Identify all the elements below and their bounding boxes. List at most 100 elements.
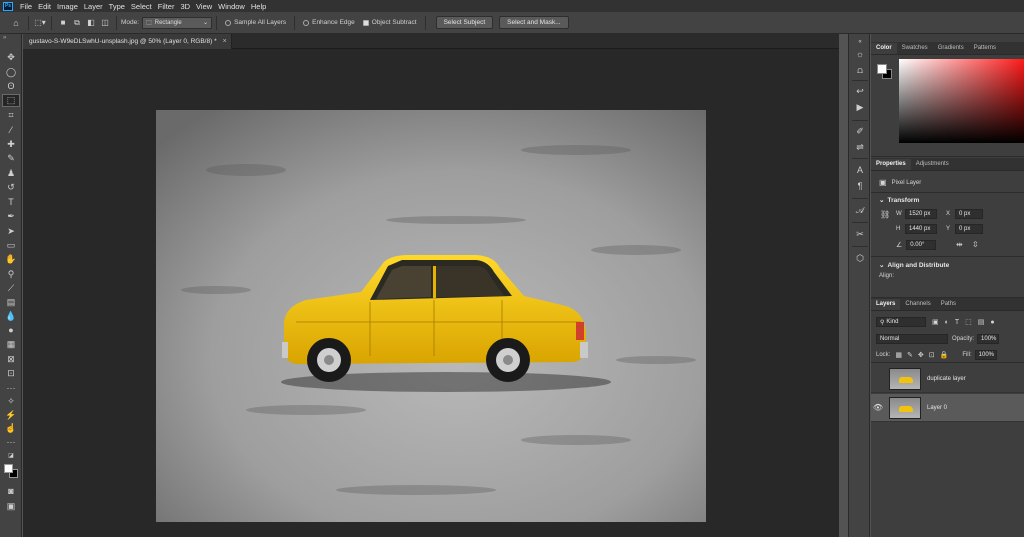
lock-image-icon[interactable]: ✎ xyxy=(907,351,913,359)
3d-cube-icon[interactable]: ⬡ xyxy=(852,252,868,264)
color-foreground-swatch[interactable] xyxy=(877,64,887,74)
width-field[interactable]: 1520 px xyxy=(905,209,937,219)
select-subject-button[interactable]: Select Subject xyxy=(435,16,494,29)
paragraph-icon[interactable]: ¶ xyxy=(852,180,868,192)
ruler-tool-icon[interactable]: ▤ xyxy=(2,296,20,309)
character-icon[interactable]: A xyxy=(852,164,868,176)
rectangle-tool-icon[interactable]: ▭ xyxy=(2,239,20,252)
tab-adjustments[interactable]: Adjustments xyxy=(911,159,954,170)
marquee-tool-icon[interactable]: ◯ xyxy=(2,66,20,79)
dodge-tool-icon[interactable]: ● xyxy=(2,324,20,337)
collapse-chevron-icon[interactable]: ⌄ xyxy=(879,197,884,204)
foreground-color-swatch[interactable] xyxy=(4,464,13,473)
y-field[interactable]: 0 px xyxy=(955,224,983,234)
artboard-tool-icon[interactable]: ⊡ xyxy=(2,367,20,380)
height-field[interactable]: 1440 px xyxy=(905,224,937,234)
type-tool-icon[interactable]: T xyxy=(2,196,20,209)
mode-select[interactable]: ⬚ Rectangle ⌄ xyxy=(142,16,213,29)
healing-brush-tool-icon[interactable]: ✚ xyxy=(2,138,20,151)
path-selection-tool-icon[interactable]: ➤ xyxy=(2,225,20,238)
layer-row-duplicate[interactable]: duplicate layer xyxy=(871,365,1024,393)
eyedropper-icon[interactable]: ⟋ xyxy=(2,282,20,295)
lasso-tool-icon[interactable]: ʘ xyxy=(2,80,20,93)
tab-swatches[interactable]: Swatches xyxy=(897,43,933,54)
eye-icon[interactable]: 👁 xyxy=(871,403,885,412)
tab-channels[interactable]: Channels xyxy=(900,299,935,310)
edit-toolbar-icon[interactable]: ··· xyxy=(2,436,20,449)
adjustments-icon[interactable]: ⇌ xyxy=(852,141,868,153)
history-icon[interactable]: ↩ xyxy=(852,85,868,97)
new-selection-icon[interactable]: ■ xyxy=(56,16,70,30)
select-and-mask-button[interactable]: Select and Mask... xyxy=(499,16,569,29)
link-dimensions-icon[interactable]: ⛓ xyxy=(880,210,890,219)
hand-tool-icon[interactable]: ✋ xyxy=(2,253,20,266)
enhance-edge-checkbox[interactable]: Enhance Edge xyxy=(303,19,355,26)
flip-vertical-icon[interactable]: ⇳ xyxy=(972,240,979,249)
filter-type-icon[interactable]: T xyxy=(955,319,959,326)
menu-window[interactable]: Window xyxy=(215,2,248,11)
smudge-tool-icon[interactable]: ☝ xyxy=(2,422,20,435)
filter-pixel-icon[interactable]: ▣ xyxy=(932,318,939,326)
more-tools-icon[interactable]: ··· xyxy=(2,382,20,395)
tab-gradients[interactable]: Gradients xyxy=(933,43,969,54)
blend-mode-select[interactable]: Normal xyxy=(876,334,948,344)
fill-field[interactable]: 100% xyxy=(974,350,997,360)
color-picker-field[interactable] xyxy=(899,59,1024,143)
quick-mask-icon[interactable]: ◙ xyxy=(2,485,20,498)
collapse-chevron-icon[interactable]: ⌄ xyxy=(879,262,884,269)
menu-help[interactable]: Help xyxy=(248,2,269,11)
tab-layers[interactable]: Layers xyxy=(871,299,901,310)
close-icon[interactable]: × xyxy=(223,38,227,45)
crop-tool-icon[interactable]: ⌗ xyxy=(2,109,20,122)
layer-name[interactable]: duplicate layer xyxy=(927,376,966,382)
glyphs-icon[interactable]: 𝒜 xyxy=(852,204,868,216)
object-selection-tool-icon[interactable]: ⬚ xyxy=(2,94,20,107)
sun-icon[interactable]: ☼ xyxy=(852,48,868,60)
sample-all-layers-checkbox[interactable]: Sample All Layers xyxy=(225,19,286,26)
tab-color[interactable]: Color xyxy=(871,43,897,54)
menu-image[interactable]: Image xyxy=(54,2,81,11)
frame-tool-icon[interactable]: ⊠ xyxy=(2,353,20,366)
filter-toggle-icon[interactable]: ● xyxy=(990,319,994,326)
tools-presets-icon[interactable]: ✂ xyxy=(852,228,868,240)
object-selection-tool-preset-icon[interactable]: ⬚▾ xyxy=(33,16,47,30)
screen-mode-icon[interactable]: ▣ xyxy=(2,500,20,513)
menu-file[interactable]: File xyxy=(17,2,35,11)
collapse-toolbar-icon[interactable]: » xyxy=(0,34,21,42)
home-icon[interactable]: ⌂ xyxy=(8,16,24,30)
gradient-tool-icon[interactable]: ▦ xyxy=(2,338,20,351)
zoom-tool-icon[interactable]: ⚲ xyxy=(2,268,20,281)
brush-settings-icon[interactable]: ✐ xyxy=(852,125,868,137)
move-tool-icon[interactable]: ✥ xyxy=(2,51,20,64)
menu-3d[interactable]: 3D xyxy=(177,2,193,11)
menu-edit[interactable]: Edit xyxy=(35,2,54,11)
pen-tool-icon[interactable]: ✒ xyxy=(2,210,20,223)
menu-layer[interactable]: Layer xyxy=(81,2,106,11)
tab-properties[interactable]: Properties xyxy=(871,159,911,170)
blur-tool-icon[interactable]: 💧 xyxy=(2,310,20,323)
libraries-icon[interactable]: ⩍ xyxy=(852,64,868,76)
tab-paths[interactable]: Paths xyxy=(936,299,961,310)
filter-adjustment-icon[interactable]: ◐ xyxy=(945,319,949,326)
menu-type[interactable]: Type xyxy=(106,2,128,11)
layer-row-layer-0[interactable]: 👁 Layer 0 xyxy=(871,394,1024,422)
actions-play-icon[interactable]: ▶ xyxy=(852,101,868,113)
collapse-panels-icon[interactable]: « xyxy=(852,36,868,48)
menu-filter[interactable]: Filter xyxy=(155,2,178,11)
lock-transparent-icon[interactable]: ▦ xyxy=(895,351,902,359)
filter-smart-object-icon[interactable]: ▤ xyxy=(978,318,985,326)
menu-select[interactable]: Select xyxy=(128,2,155,11)
history-brush-tool-icon[interactable]: ↺ xyxy=(2,181,20,194)
lock-position-icon[interactable]: ✥ xyxy=(918,351,924,359)
document-tab[interactable]: gustavo-S-W9eDLSwhU-unsplash.jpg @ 50% (… xyxy=(23,34,232,49)
x-field[interactable]: 0 px xyxy=(955,209,983,219)
layer-name[interactable]: Layer 0 xyxy=(927,405,947,411)
intersect-selection-icon[interactable]: ◫ xyxy=(98,16,112,30)
clone-stamp-tool-icon[interactable]: ♟ xyxy=(2,167,20,180)
add-to-selection-icon[interactable]: ⧉ xyxy=(70,16,84,30)
canvas-image[interactable] xyxy=(156,110,706,522)
menu-view[interactable]: View xyxy=(193,2,215,11)
default-colors-icon[interactable]: ◪ xyxy=(2,449,20,462)
magic-wand-tool-icon[interactable]: ⚡ xyxy=(2,409,20,422)
spot-healing-tool-icon[interactable]: ✧ xyxy=(2,395,20,408)
